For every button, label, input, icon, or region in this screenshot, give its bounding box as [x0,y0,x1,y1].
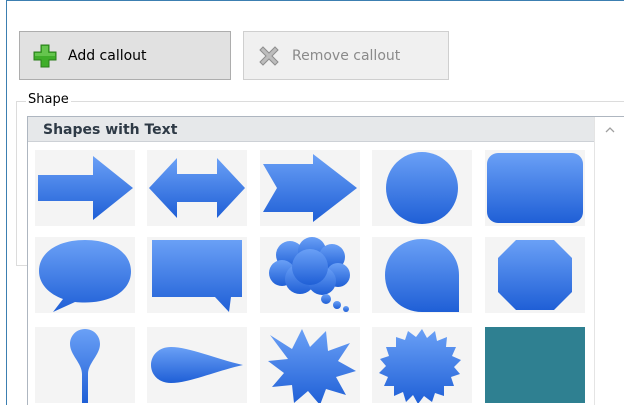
shape-tile-arrow-left-right[interactable] [147,150,247,226]
plus-icon [32,43,58,69]
remove-callout-label: Remove callout [292,47,401,64]
add-callout-label: Add callout [68,47,147,64]
shape-tile-teardrop-horizontal[interactable] [147,327,247,403]
shape-tile-seal[interactable] [372,327,472,403]
shape-tile-explosion[interactable] [260,327,360,403]
shape-tile-arrow-right[interactable] [35,150,135,226]
gallery-category-header: Shapes with Text [28,117,594,142]
shape-tile-rounded-rectangle[interactable] [485,150,585,226]
remove-callout-button[interactable]: Remove callout [243,31,449,80]
shape-gallery: Shapes with Text [27,116,624,405]
shape-tile-rectangle-callout[interactable] [147,237,247,313]
shape-tile-circle[interactable] [372,150,472,226]
remove-x-icon [256,43,282,69]
shape-tile-octagon[interactable] [485,237,585,313]
shape-tile-square-teal[interactable] [485,327,585,403]
scroll-up-arrow-icon[interactable] [603,123,617,137]
shape-tile-pin[interactable] [35,327,135,403]
shape-tile-round-corner-callout[interactable] [372,237,472,313]
shape-group-label: Shape [26,92,71,107]
gallery-scrollbar[interactable] [594,117,624,405]
shape-tile-cloud-callout[interactable] [260,237,360,313]
shape-tile-oval-callout[interactable] [35,237,135,313]
add-callout-button[interactable]: Add callout [19,31,231,80]
shape-tile-chevron-arrow[interactable] [260,150,360,226]
